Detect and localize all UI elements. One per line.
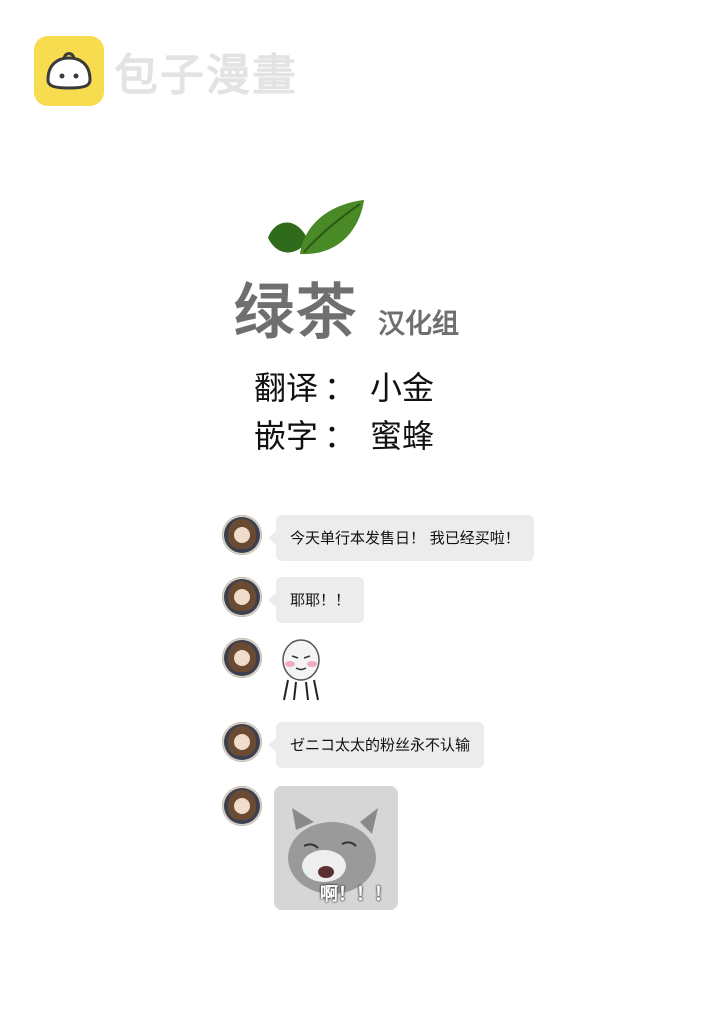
credit-separator: ： xyxy=(324,417,357,455)
credit-value: 小金 xyxy=(370,369,435,407)
message-bubble: 耶耶！！ xyxy=(267,577,365,623)
credit-separator: ： xyxy=(324,369,357,407)
watermark-text: 包子漫畫 xyxy=(114,50,298,101)
sticker-caption: 啊！！！ xyxy=(320,884,392,905)
chat-message: 今天单行本发售日！ 我已经买啦！ xyxy=(222,515,534,561)
chat-message: ゼニコ太太的粉丝永不认输 xyxy=(222,722,485,768)
crying-cat-sticker: 啊！！！ xyxy=(274,786,398,910)
group-logo: 绿茶 汉化组 xyxy=(230,198,490,348)
credit-translator: 翻译 ： 小金 xyxy=(254,364,434,412)
message-bubble: 今天单行本发售日！ 我已经买啦！ xyxy=(268,515,534,561)
leaf-icon xyxy=(268,200,364,255)
chat-message: 耶耶！！ xyxy=(222,577,365,623)
avatar xyxy=(222,786,262,826)
bun-logo-icon xyxy=(34,36,104,106)
watermark-logo: 包子漫畫 xyxy=(34,36,298,106)
avatar xyxy=(222,515,262,555)
group-name: 绿茶 xyxy=(234,278,358,348)
avatar xyxy=(222,577,262,617)
credits: 翻译 ： 小金 嵌字 ： 蜜蜂 xyxy=(254,364,434,460)
blushing-face-sticker xyxy=(276,638,326,702)
credit-label: 嵌字 xyxy=(254,417,319,455)
avatar xyxy=(222,722,262,762)
chat-message xyxy=(222,638,326,702)
credit-label: 翻译 xyxy=(254,369,319,407)
message-bubble: ゼニコ太太的粉丝永不认输 xyxy=(267,722,485,768)
avatar xyxy=(222,638,262,678)
group-suffix: 汉化组 xyxy=(378,309,459,340)
chat-message: 啊！！！ xyxy=(222,786,398,910)
credit-value: 蜜蜂 xyxy=(370,417,435,455)
credit-typesetter: 嵌字 ： 蜜蜂 xyxy=(254,412,434,460)
